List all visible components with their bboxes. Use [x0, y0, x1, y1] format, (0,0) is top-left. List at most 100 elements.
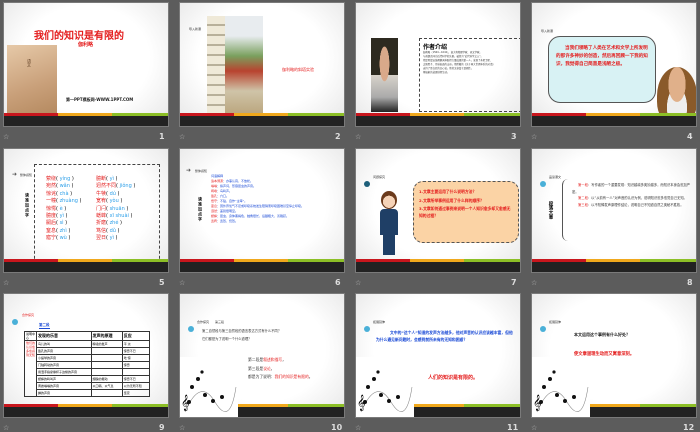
pinyin: dú: [109, 190, 116, 197]
table-cell: 惊奇不已: [121, 375, 151, 383]
answer-highlight: 叙述和描写: [263, 357, 283, 362]
side-title: 读准加点字: [25, 193, 30, 218]
slide-tag: 合作探究: [197, 320, 210, 324]
word: 牛犊: [96, 190, 107, 197]
paragraph-item: 第三段：以不知蝉发声原理作结论，说明自己不知道自然之奥秘不胜枚。: [572, 202, 692, 209]
slide-thumbnail-7[interactable]: 问题探究 1.文章主要运用了什么说明方法？ 2.文章所举事例运用了什么样的顺序？…: [355, 148, 521, 273]
answer-suffix: ，: [282, 357, 286, 362]
teacher-illustration: [378, 191, 400, 255]
pinyin: è: [59, 205, 63, 212]
paragraph-text: ：写作者的一个重要发现：知识越增多奥妙越多，而知识本身会愈加严密。: [572, 183, 691, 194]
answer-line: 第三段是议论，: [248, 365, 313, 374]
footer-band: [532, 262, 696, 272]
column-header: 反应: [121, 331, 151, 341]
list-heading: 词语解释: [211, 174, 224, 178]
pinyin-item: 嗣后( sì ): [46, 220, 68, 227]
table-cell: 以口唱、以气息: [90, 382, 123, 390]
pinyin: xī shuài: [109, 213, 129, 220]
section-icon: [540, 173, 548, 192]
star-icon[interactable]: ☆: [531, 279, 537, 287]
speech-bubble: 当我们领略了人类在艺术和文学上所发明的那许多神妙的创造，然后再回顾一下我的知识，…: [548, 36, 656, 103]
pinyin: sì: [59, 220, 64, 227]
author-intro-box: 作者介绍 伽利略（1564－1642），意大利物理学家、天文学家， 与普朗克同为…: [419, 38, 520, 112]
answer: 人们的知识是有限的。: [428, 375, 479, 381]
slide-thumbnail-2[interactable]: 导入新课 伽利略的斜塔实验: [179, 2, 345, 127]
slide-number: 2: [335, 132, 341, 141]
pinyin-item: 一幢( zhuàng ): [46, 198, 82, 205]
pinyin-item: 惊愕( è ): [46, 205, 67, 212]
pinyin-list-right: 臆断( yì ) 迥然不同( jiǒng ) 牛犊( dú ) 宽宥( yòu ) 门闩…: [96, 176, 135, 243]
question: 3.文章如何通过事例来说明一个人知识愈多却又愈感无知的过程？: [419, 206, 511, 218]
table-cell: 小提琴的声音: [36, 354, 92, 362]
slide-thumbnail-10[interactable]: 合作探究 第三段 第二自然段与第三自然段的语言表达方式有什么不同？ 它们都是为了…: [179, 293, 345, 418]
pinyin-item: 迥然不同( jiǒng ): [96, 183, 136, 190]
caption: 伽利略的斜塔实验: [282, 67, 314, 72]
definition: ：因外界氧气不足或呼吸系统发生障碍而呼吸困难甚至停止呼吸。: [217, 204, 305, 208]
table-cell: 坚定: [121, 389, 151, 397]
table-row: 门轴转动的声音 惊奇: [25, 361, 151, 369]
word: 折磨: [96, 220, 107, 227]
question-line: 它们都是为了说明一个什么道理？: [202, 337, 252, 341]
svg-text:𝄞: 𝄞: [181, 395, 189, 411]
definition: ：拟声词，形容昆虫的声音。: [217, 184, 257, 188]
slide-thumbnail-11[interactable]: 拓展延伸 文中的“这个人”知道的发声方法越多，他对声音的认识应该越丰富，但他为什…: [355, 293, 521, 418]
pinyin: jiǒng: [119, 183, 132, 190]
text-line: 将抽象的道理讲得生动。: [423, 71, 450, 74]
slide-thumbnail-3[interactable]: 作者介绍 伽利略（1564－1642），意大利物理学家、天文学家， 与普朗克同为…: [355, 2, 521, 127]
paragraph-text: ：以不知蝉发声原理作结论，说明自己不知道自然之奥秘不胜枚。: [587, 202, 684, 207]
book-cover-image: 语文: [7, 45, 57, 113]
pinyin: yíng: [59, 176, 71, 182]
slide-thumbnail-8[interactable]: 品读课文 段落大意 第一段：写作者的一个重要发现：知识越增多奥妙越多，而知识本身…: [531, 148, 697, 273]
star-icon[interactable]: ☆: [179, 279, 185, 287]
slide-thumbnail-9[interactable]: 合作探究 第二段 说明中心 发现的乐音 发声的原理 反应 他们的认识愈多愈感到无知 鸟儿的…: [3, 293, 169, 418]
slide-thumbnail-12[interactable]: 拓展延伸 本文运用这个事例有什么好处？ 使文章道理生动而又寓意深刻。 𝄞: [531, 293, 697, 418]
word: 寤宁: [46, 235, 57, 242]
question-line: 第二自然段与第三自然段的语言表达方式有什么不同？: [202, 329, 282, 333]
star-icon[interactable]: ☆: [3, 279, 9, 287]
question: 1.文章主要运用了什么说明方法？: [419, 189, 477, 194]
star-icon[interactable]: ☆: [355, 279, 361, 287]
star-icon[interactable]: ☆: [3, 133, 9, 141]
slide-number: 4: [687, 132, 693, 141]
word: 臆断: [96, 176, 107, 182]
word: 萦绕: [46, 176, 57, 182]
answer-prefix: 第三段是: [248, 365, 264, 371]
star-icon[interactable]: ☆: [355, 133, 361, 141]
pinyin: wǎn: [59, 183, 70, 190]
pinyin-item: 宛然( wǎn ): [46, 183, 74, 190]
paragraph-text: ：以“从前有一人”对声音的认识为例，说明知识愈多愈觉自己无知。: [587, 196, 687, 200]
paragraph-label: 第二段: [578, 196, 588, 200]
slide-thumbnail-1[interactable]: 语文 我们的知识是有限的 伽利略 第一PPT模板网-WWW.1PPT.COM: [3, 2, 169, 127]
answer-highlight: 我们的知识是有限的: [274, 374, 309, 379]
slide-thumbnail-6[interactable]: ➜ 整体感知 读准加点字 词语解释 追本溯源：办事认真，不放松。 嗡嗡：拟声词，形…: [179, 148, 345, 273]
slide-number: 7: [511, 278, 517, 287]
center-cell: 他们的认识愈多愈感到无知: [24, 340, 37, 397]
table-cell: 笛孔的声音: [36, 347, 92, 355]
side-title: 段落大意: [548, 201, 553, 219]
answer-lines: 第二段是叙述和描写， 第三段是议论， 都是为了说明：我们的知识是有限的。: [248, 356, 313, 382]
star-icon[interactable]: ☆: [531, 133, 537, 141]
slide-thumbnail-5[interactable]: ➜ 整体感知 读准加点字 萦绕( yíng ) 宛然( wǎn ) 惊诧( chà …: [3, 148, 169, 273]
table-row: 用湿手指摩擦杯子边缘的声音: [25, 368, 151, 376]
slide-number: 8: [687, 278, 693, 287]
word: 一幢: [46, 198, 57, 205]
answer-line: 第二段是叙述和描写，: [248, 356, 313, 365]
pinyin: dǔ: [109, 227, 116, 234]
slide-thumbnail-4[interactable]: 导入新课 当我们领略了人类在艺术和文学上所发明的那许多神妙的创造，然后再回顾一下…: [531, 2, 697, 127]
slide-number: 3: [511, 132, 517, 141]
word: 惊诧: [46, 190, 57, 197]
table-cell: [90, 368, 123, 376]
slide-tag: 问题探究: [373, 175, 386, 179]
table-cell: 蟋蟀的鸣叫声: [36, 375, 92, 383]
paragraph-label: 第三段: [578, 202, 588, 207]
paragraph-item: 第二段：以“从前有一人”对声音的认识为例，说明知识愈多愈觉自己无知。: [572, 195, 692, 202]
slide-tag: 导入新课: [189, 27, 202, 31]
music-notes-image: 𝄞: [180, 357, 238, 417]
question-bubble: 1.文章主要运用了什么说明方法？ 2.文章所举事例运用了什么样的顺序？ 3.文章…: [413, 181, 519, 243]
slide-tag: 整体感知: [20, 173, 33, 177]
table-row: 黄蜂嗡嗡的声音 以口唱、以气息 以为无所不知: [25, 382, 151, 390]
definition: ：宽恕，饶恕。: [217, 219, 239, 223]
star-icon[interactable]: ☆: [179, 133, 185, 141]
svg-text:𝄞: 𝄞: [533, 395, 541, 411]
table-cell: 黄蜂嗡嗡的声音: [36, 382, 92, 390]
